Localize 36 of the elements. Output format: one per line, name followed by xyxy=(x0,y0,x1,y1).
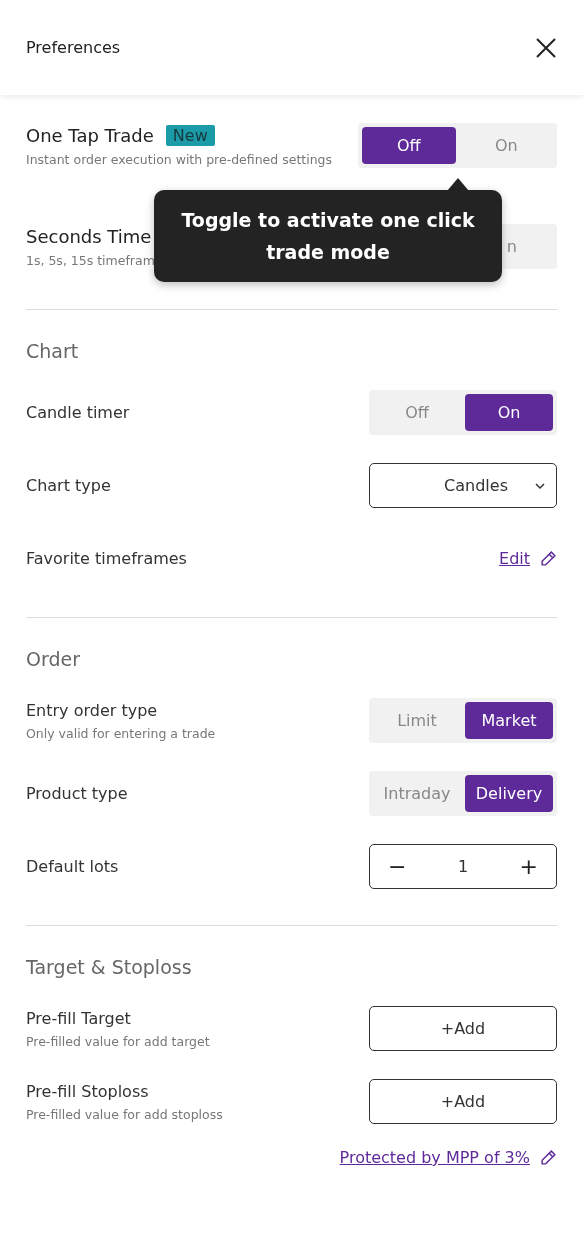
add-button[interactable]: +Add xyxy=(369,1079,557,1124)
toggle-option[interactable]: Off xyxy=(362,127,456,164)
pencil-icon[interactable] xyxy=(540,550,557,567)
setting-description: Only valid for entering a trade xyxy=(26,725,216,741)
setting-title: Candle timer xyxy=(26,403,130,422)
close-icon[interactable] xyxy=(534,35,558,60)
add-button[interactable]: +Add xyxy=(369,1006,557,1051)
setting-title: Pre-fill Target xyxy=(26,1008,132,1028)
setting-description: Pre-filled value for add stoploss xyxy=(26,1106,223,1122)
section-heading: Order xyxy=(26,648,81,670)
tooltip: Toggle to activate one click trade mode xyxy=(154,190,502,282)
chart-type-select[interactable]: Candles xyxy=(369,463,557,508)
header-title: Preferences xyxy=(26,38,121,57)
section-heading: Target & Stoploss xyxy=(26,956,193,978)
plus-button[interactable]: + xyxy=(513,854,544,879)
setting-title: Chart type xyxy=(26,476,111,495)
toggle-option[interactable]: Delivery xyxy=(465,775,553,812)
setting-title: Default lots xyxy=(26,857,119,876)
setting-description: 1s, 5s, 15s timefram xyxy=(26,252,155,268)
setting-title: One Tap Trade xyxy=(26,124,154,146)
minus-button[interactable]: − xyxy=(382,854,413,879)
new-badge: New xyxy=(165,124,215,146)
mpp-link[interactable]: Protected by MPP of 3% xyxy=(339,1148,530,1167)
setting-title: Pre-fill Stoploss xyxy=(26,1081,150,1101)
setting-description: Pre-filled value for add target xyxy=(26,1033,210,1049)
pencil-icon[interactable] xyxy=(540,1149,557,1166)
toggle-option[interactable]: Market xyxy=(465,702,553,739)
setting-title: Entry order type xyxy=(26,700,159,720)
setting-title: Product type xyxy=(26,784,128,803)
edit-link[interactable]: Edit xyxy=(499,549,530,568)
section-heading: Chart xyxy=(26,340,80,362)
setting-title: Favorite timeframes xyxy=(26,549,187,568)
setting-description: Instant order execution with pre-defined settings xyxy=(26,151,333,167)
setting-title: Seconds Time xyxy=(26,225,152,247)
lots-value: 1 xyxy=(457,857,469,876)
toggle-option[interactable]: On xyxy=(465,394,553,431)
